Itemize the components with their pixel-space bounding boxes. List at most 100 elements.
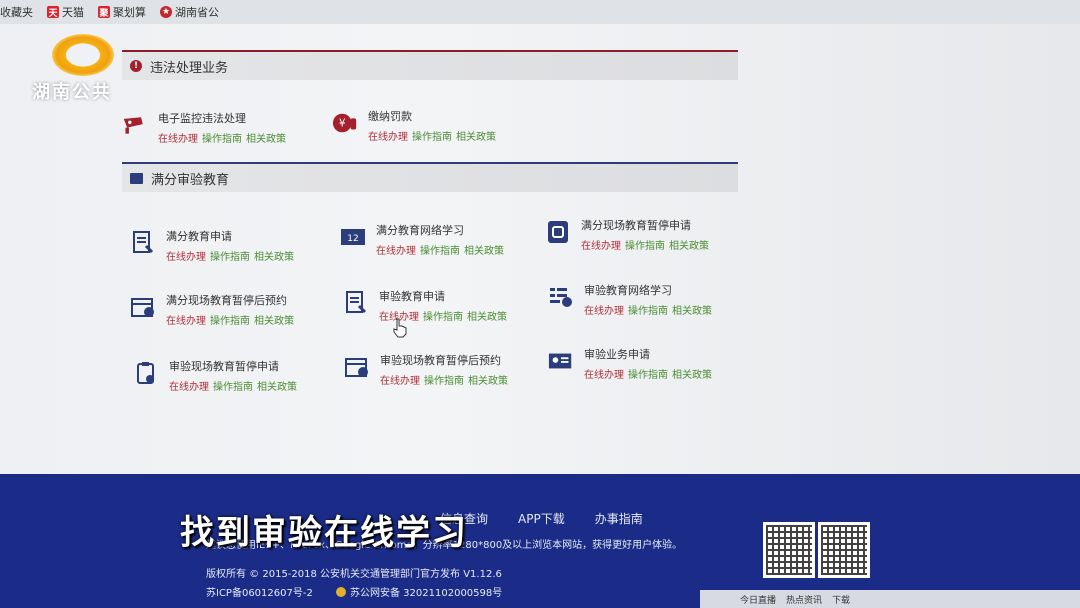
bookmark-hunan-gov-label: 湖南省公: [175, 6, 219, 19]
service-title: 满分教育网络学习: [376, 224, 464, 237]
guide-link[interactable]: 操作指南: [424, 372, 464, 387]
policy-link[interactable]: 相关政策: [246, 130, 286, 145]
online-handle-link[interactable]: 在线办理: [376, 242, 416, 257]
video-subtitle: 找到审验在线学习: [180, 513, 468, 553]
bookmark-favorites-label: 收藏夹: [0, 6, 33, 19]
info-icon: !: [130, 60, 142, 72]
document-edit-icon: [130, 230, 156, 256]
service-title: 缴纳罚款: [368, 110, 412, 123]
guide-link[interactable]: 操作指南: [628, 366, 668, 381]
hand-cursor-icon: [392, 318, 408, 342]
service-item-review-education-application: 审验教育申请 在线办理 操作指南 相关政策: [343, 288, 507, 323]
emblem-icon: ★: [160, 6, 172, 18]
service-item-review-pause-application: 审验现场教育暂停申请 在线办理 操作指南 相关政策: [133, 358, 297, 393]
online-handle-link[interactable]: 在线办理: [158, 130, 198, 145]
service-item-review-online-study: 审验教育网络学习 在线办理 操作指南 相关政策: [548, 282, 712, 317]
police-record-text: 苏公网安备 32021102000598号: [350, 588, 503, 599]
svg-text:¥: ¥: [339, 119, 346, 130]
logo-ring-icon: [52, 34, 114, 76]
service-title: 审验现场教育暂停申请: [169, 360, 279, 373]
police-badge-icon: [336, 586, 346, 597]
pause-document-icon: [545, 219, 571, 245]
online-handle-link[interactable]: 在线办理: [169, 378, 209, 393]
service-title: 审验业务申请: [584, 348, 650, 361]
qr-code-app: [763, 522, 815, 578]
online-handle-link[interactable]: 在线办理: [166, 248, 206, 263]
online-handle-link[interactable]: 在线办理: [380, 372, 420, 387]
policy-link[interactable]: 相关政策: [456, 128, 496, 143]
section-header-violation: ! 违法处理业务: [122, 50, 738, 80]
online-handle-link[interactable]: 在线办理: [581, 237, 621, 252]
service-title: 审验教育申请: [379, 290, 445, 303]
bookmark-favorites[interactable]: 收藏夹: [0, 4, 33, 20]
list-check-icon: [548, 284, 574, 310]
guide-link[interactable]: 操作指南: [420, 242, 460, 257]
footer-nav: 信息查询 APP下载 办事指南: [440, 510, 643, 527]
watermark-text: 湖南公共: [32, 82, 112, 103]
guide-link[interactable]: 操作指南: [423, 308, 463, 323]
policy-link[interactable]: 相关政策: [468, 372, 508, 387]
service-item-full-score-pause-application: 满分现场教育暂停申请 在线办理 操作指南 相关政策: [545, 217, 709, 252]
service-title: 满分教育申请: [166, 230, 232, 243]
guide-link[interactable]: 操作指南: [213, 378, 253, 393]
policy-link[interactable]: 相关政策: [467, 308, 507, 323]
tmall-icon: 天: [47, 6, 59, 19]
service-item-fine-payment: ¥ 缴纳罚款 在线办理 操作指南 相关政策: [332, 108, 496, 143]
bookmark-juhuasuan[interactable]: 聚 聚划算: [98, 4, 146, 20]
guide-link[interactable]: 操作指南: [210, 312, 250, 327]
policy-link[interactable]: 相关政策: [254, 312, 294, 327]
section-title: 违法处理业务: [150, 60, 229, 76]
bookmark-tmall[interactable]: 天 天猫: [47, 4, 84, 20]
guide-link[interactable]: 操作指南: [202, 130, 242, 145]
policy-link[interactable]: 相关政策: [257, 378, 297, 393]
guide-link[interactable]: 操作指南: [210, 248, 250, 263]
police-record[interactable]: 苏公网安备 32021102000598号: [336, 584, 502, 599]
icp-text[interactable]: 苏ICP备06012607号-2: [206, 584, 313, 599]
guide-link[interactable]: 操作指南: [412, 128, 452, 143]
service-item-full-score-pause-appointment: 满分现场教育暂停后预约 在线办理 操作指南 相关政策: [130, 292, 294, 327]
policy-link[interactable]: 相关政策: [672, 366, 712, 381]
policy-link[interactable]: 相关政策: [669, 237, 709, 252]
taskbar-item-news[interactable]: 热点资讯: [786, 593, 822, 606]
copyright-text: 版权所有 © 2015-2018 公安机关交通管理部门官方发布 V1.12.6: [206, 569, 502, 580]
online-study-icon: 12: [340, 224, 366, 250]
guide-link[interactable]: 操作指南: [628, 302, 668, 317]
service-title: 满分现场教育暂停后预约: [166, 294, 287, 307]
policy-link[interactable]: 相关政策: [464, 242, 504, 257]
bookmarks-bar: 收藏夹 天 天猫 聚 聚划算 ★ 湖南省公: [0, 0, 1080, 24]
online-handle-link[interactable]: 在线办理: [584, 302, 624, 317]
taskbar-item-download[interactable]: 下载: [832, 593, 850, 606]
taskbar-item-live[interactable]: 今日直播: [740, 593, 776, 606]
service-item-full-score-application: 满分教育申请 在线办理 操作指南 相关政策: [130, 228, 294, 263]
qr-code-wechat: [818, 522, 870, 578]
clipboard-icon: [133, 360, 159, 386]
guide-link[interactable]: 操作指南: [625, 237, 665, 252]
footer-link-app-download[interactable]: APP下载: [518, 510, 565, 527]
service-title: 电子监控违法处理: [158, 112, 246, 125]
camera-icon: [122, 112, 148, 138]
bookmark-tmall-label: 天猫: [62, 6, 84, 19]
online-handle-link[interactable]: 在线办理: [166, 312, 206, 327]
service-item-full-score-online-study: 12 满分教育网络学习 在线办理 操作指南 相关政策: [340, 222, 504, 257]
service-item-electronic-monitoring: 电子监控违法处理 在线办理 操作指南 相关政策: [122, 110, 286, 145]
monitor-icon: [130, 172, 143, 184]
policy-link[interactable]: 相关政策: [254, 248, 294, 263]
online-handle-link[interactable]: 在线办理: [584, 366, 624, 381]
taskbar: 今日直播 热点资讯 下载: [700, 590, 1080, 608]
service-title: 审验教育网络学习: [584, 284, 672, 297]
section-header-education: 满分审验教育: [122, 162, 738, 192]
online-handle-link[interactable]: 在线办理: [368, 128, 408, 143]
service-title: 审验现场教育暂停后预约: [380, 354, 501, 367]
svg-text:12: 12: [347, 234, 358, 244]
policy-link[interactable]: 相关政策: [672, 302, 712, 317]
footer-link-service-guide[interactable]: 办事指南: [595, 510, 643, 527]
section-title: 满分审验教育: [151, 172, 230, 188]
bookmark-hunan-gov[interactable]: ★ 湖南省公: [160, 4, 219, 20]
fine-payment-icon: ¥: [332, 110, 358, 136]
bookmark-juhuasuan-label: 聚划算: [113, 6, 146, 19]
document-edit-icon: [343, 290, 369, 316]
service-title: 满分现场教育暂停申请: [581, 219, 691, 232]
service-item-review-pause-appointment: 审验现场教育暂停后预约 在线办理 操作指南 相关政策: [344, 352, 508, 387]
calendar-clock-icon: [344, 354, 370, 380]
id-card-icon: [548, 348, 574, 374]
